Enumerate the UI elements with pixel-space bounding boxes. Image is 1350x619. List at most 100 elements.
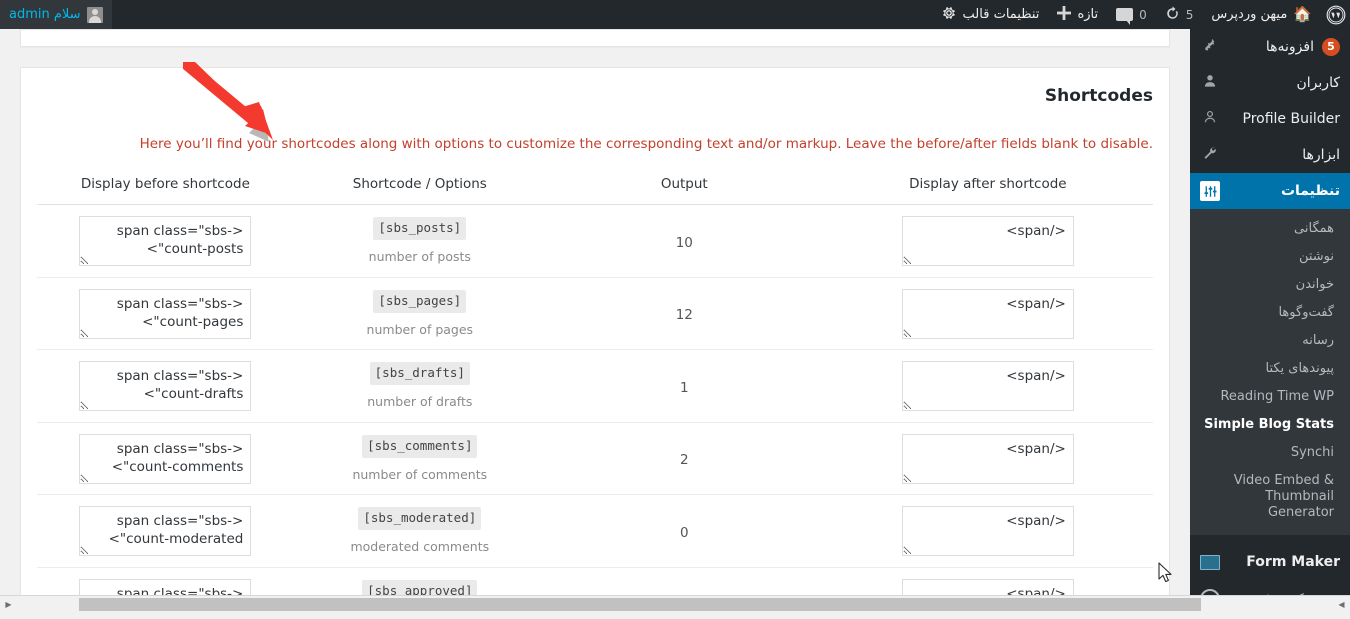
shortcodes-panel: Shortcodes .Here you’ll find your shortc…	[20, 67, 1170, 612]
submenu-item-discussion[interactable]: گفت‌وگوها	[1190, 299, 1350, 327]
table-row: 10 [sbs_posts] number of posts	[37, 205, 1153, 278]
submenu-item-reading[interactable]: خواندن	[1190, 271, 1350, 299]
content-area: Shortcodes .Here you’ll find your shortc…	[0, 29, 1190, 612]
sidebar-item-tools[interactable]: ابزارها	[1190, 137, 1350, 173]
page-title: Shortcodes	[37, 86, 1153, 106]
admin-bar-comments[interactable]: 0	[1107, 0, 1156, 29]
gear-icon	[941, 5, 957, 24]
sidebar-item-form-maker[interactable]: Form Maker	[1190, 545, 1350, 579]
home-icon: 🏠	[1293, 7, 1312, 22]
submenu-item-simple-blog-stats[interactable]: Simple Blog Stats	[1190, 411, 1350, 439]
display-before-input[interactable]	[79, 434, 251, 484]
display-after-input[interactable]	[902, 216, 1074, 266]
column-header-display-after: Display after shortcode	[823, 166, 1153, 205]
cell-display-before	[37, 495, 294, 568]
table-row: 0 [sbs_moderated] moderated comments	[37, 495, 1153, 568]
admin-bar-theme-settings[interactable]: تنظیمات قالب	[932, 0, 1049, 29]
shortcode-tag: [sbs_pages]	[373, 290, 466, 313]
sidebar-item-profile-builder[interactable]: Profile Builder	[1190, 101, 1350, 137]
profile-icon	[1200, 109, 1220, 129]
table-header-row: Display after shortcode Output Shortcode…	[37, 166, 1153, 205]
submenu-item-synchi[interactable]: Synchi	[1190, 439, 1350, 467]
admin-bar-updates[interactable]: 5	[1156, 0, 1203, 29]
greeting-label: سلام admin	[9, 7, 81, 22]
display-after-input[interactable]	[902, 506, 1074, 556]
form-maker-icon	[1200, 555, 1220, 570]
submenu-item-media[interactable]: رسانه	[1190, 327, 1350, 355]
display-before-input[interactable]	[79, 506, 251, 556]
cell-display-before	[37, 422, 294, 495]
display-after-input[interactable]	[902, 434, 1074, 484]
sidebar-item-plugins[interactable]: افزونه‌ها 5	[1190, 29, 1350, 65]
output-value: 2	[680, 452, 689, 468]
plugins-update-badge: 5	[1322, 38, 1340, 56]
shortcode-option: number of posts	[294, 248, 546, 267]
shortcode-tag: [sbs_drafts]	[370, 362, 470, 385]
admin-bar-right-group: 🏠 میهن وردپرس 5 0 تازه	[932, 0, 1350, 29]
updates-count: 5	[1186, 8, 1194, 22]
shortcode-option: number of drafts	[294, 393, 546, 412]
settings-icon	[1200, 181, 1220, 201]
horizontal-scrollbar[interactable]: ◀ ▶	[0, 595, 1350, 612]
shortcodes-table: Display after shortcode Output Shortcode…	[37, 166, 1153, 612]
scrollbar-thumb[interactable]	[79, 598, 1201, 611]
shortcode-tag: [sbs_moderated]	[358, 507, 481, 530]
tools-icon	[1200, 145, 1220, 165]
cell-shortcode: [sbs_drafts] number of drafts	[294, 350, 546, 423]
submenu-item-video-embed-thumbnail-generator[interactable]: Video Embed & Thumbnail Generator	[1190, 467, 1350, 527]
table-row: 12 [sbs_pages] number of pages	[37, 277, 1153, 350]
column-header-shortcode: Shortcode / Options	[294, 166, 546, 205]
sidebar-item-label: ابزارها	[1228, 146, 1340, 164]
cell-display-before	[37, 205, 294, 278]
submenu-item-reading-time-wp[interactable]: Reading Time WP	[1190, 383, 1350, 411]
sidebar-item-label: تنظیمات	[1228, 182, 1340, 200]
page-description: .Here you’ll find your shortcodes along …	[37, 134, 1153, 154]
wordpress-logo-icon[interactable]	[1321, 0, 1350, 29]
plus-icon	[1057, 6, 1071, 23]
previous-panel-fragment	[20, 29, 1170, 47]
cell-shortcode: [sbs_posts] number of posts	[294, 205, 546, 278]
users-icon	[1200, 73, 1220, 93]
comments-count: 0	[1139, 8, 1147, 22]
admin-bar-new-content[interactable]: تازه	[1048, 0, 1107, 29]
table-body: 10 [sbs_posts] number of posts	[37, 205, 1153, 612]
theme-settings-label: تنظیمات قالب	[963, 7, 1040, 22]
scroll-right-arrow-icon[interactable]: ▶	[0, 596, 17, 613]
shortcode-tag: [sbs_comments]	[362, 435, 477, 458]
cell-display-after	[823, 350, 1153, 423]
sidebar-item-settings[interactable]: تنظیمات	[1190, 173, 1350, 209]
admin-bar-my-account[interactable]: سلام admin	[0, 0, 112, 29]
submenu-item-writing[interactable]: نوشتن	[1190, 243, 1350, 271]
cell-display-after	[823, 277, 1153, 350]
scrollbar-track[interactable]	[17, 596, 1333, 613]
display-before-input[interactable]	[79, 361, 251, 411]
admin-bar-site-name[interactable]: 🏠 میهن وردپرس	[1202, 0, 1321, 29]
shortcode-tag: [sbs_posts]	[373, 217, 466, 240]
cell-display-before	[37, 350, 294, 423]
cell-output: 12	[546, 277, 823, 350]
display-after-input[interactable]	[902, 361, 1074, 411]
sidebar-item-label: افزونه‌ها	[1228, 38, 1314, 56]
sidebar-item-label: کاربران	[1228, 74, 1340, 92]
admin-sidebar-menu: افزونه‌ها 5 کاربران Profile Builder ابزا…	[1190, 29, 1350, 612]
output-value: 12	[676, 307, 693, 323]
column-header-output: Output	[546, 166, 823, 205]
shortcode-option: number of comments	[294, 466, 546, 485]
sidebar-item-users[interactable]: کاربران	[1190, 65, 1350, 101]
admin-bar-left-group: سلام admin	[0, 0, 112, 29]
plugin-icon	[1200, 37, 1220, 57]
cell-output: 0	[546, 495, 823, 568]
display-before-input[interactable]	[79, 216, 251, 266]
display-after-input[interactable]	[902, 289, 1074, 339]
cell-shortcode: [sbs_pages] number of pages	[294, 277, 546, 350]
table-row: 2 [sbs_comments] number of comments	[37, 422, 1153, 495]
menu-separator	[1190, 535, 1350, 545]
cell-shortcode: [sbs_moderated] moderated comments	[294, 495, 546, 568]
display-before-input[interactable]	[79, 289, 251, 339]
submenu-item-permalinks[interactable]: پیوندهای یکتا	[1190, 355, 1350, 383]
shortcode-option: number of pages	[294, 321, 546, 340]
shortcode-option: moderated comments	[294, 538, 546, 557]
scroll-left-arrow-icon[interactable]: ◀	[1333, 596, 1350, 613]
site-name-label: میهن وردپرس	[1211, 7, 1287, 22]
submenu-item-general[interactable]: همگانی	[1190, 215, 1350, 243]
